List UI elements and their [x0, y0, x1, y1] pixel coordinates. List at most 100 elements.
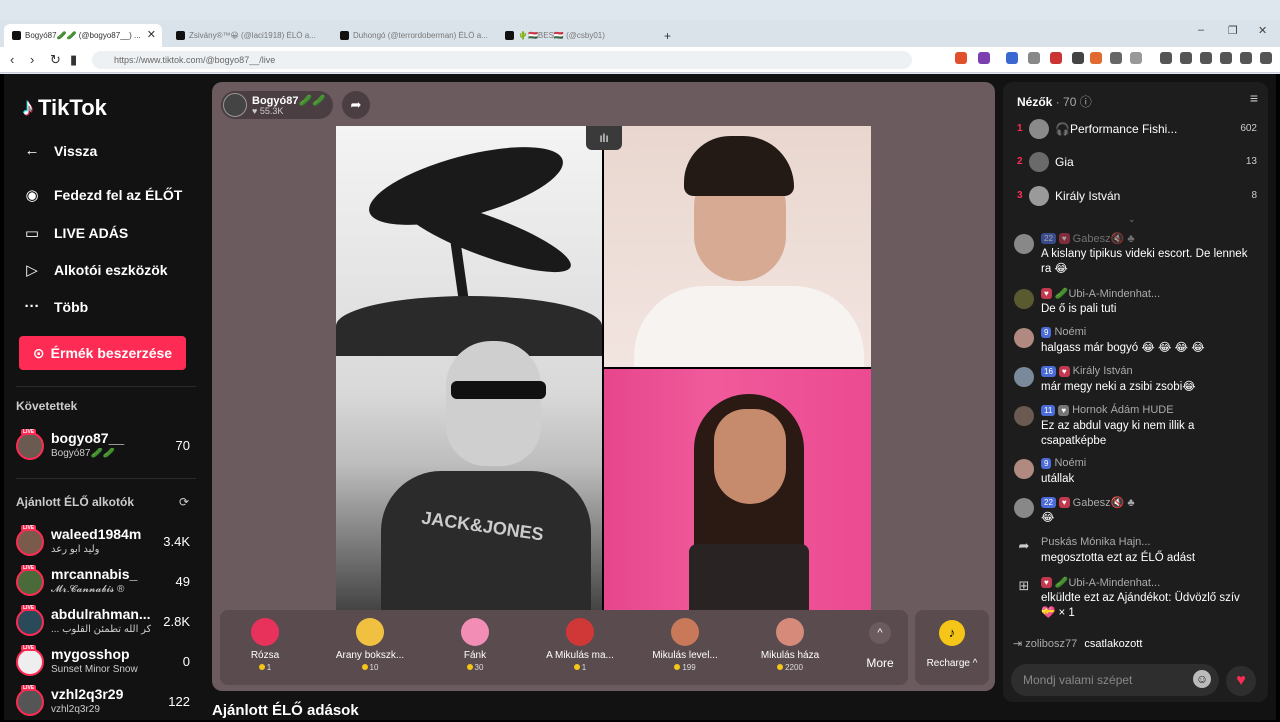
tab-zsivany[interactable]: Zsivány®™😀 (@laci1918) ÉLŐ a...	[168, 24, 326, 47]
avatar[interactable]	[1014, 498, 1034, 518]
shield-icon[interactable]	[1240, 52, 1252, 64]
close-window-button[interactable]: ✕	[1258, 24, 1267, 37]
share-button[interactable]: ➦	[342, 91, 370, 119]
extension-icon[interactable]	[1130, 52, 1142, 64]
nav-back[interactable]: ← Vissza	[22, 142, 98, 159]
close-tab-icon[interactable]: ✕	[147, 28, 156, 41]
top-viewer[interactable]: 1 🎧Performance Fishi... 602	[1017, 119, 1257, 141]
avatar	[1029, 186, 1049, 206]
tab-bogyo87[interactable]: Bogyó87🥒🥒 (@bogyo87__) ... ✕	[4, 24, 162, 47]
avatar[interactable]	[1014, 289, 1034, 309]
back-icon[interactable]: ‹	[10, 52, 14, 67]
more-options-icon[interactable]: ≡	[1250, 90, 1258, 106]
santa-icon	[566, 618, 594, 646]
tiktok-favicon-icon	[176, 31, 185, 40]
video-panel-host: JACK&JONES	[336, 126, 602, 610]
video-panel-guest-1	[604, 126, 871, 376]
nav-go-live[interactable]: ▭ LIVE ADÁS	[22, 224, 128, 242]
new-tab-button[interactable]: +	[662, 24, 682, 47]
coin-icon	[777, 664, 784, 670]
avatar-icon: ◉	[25, 187, 39, 204]
gift-item[interactable]: A Mikulás ma... 1	[535, 618, 625, 672]
gift-item[interactable]: Rózsa 1	[220, 618, 310, 672]
avatar: LIVE	[16, 565, 44, 596]
tiktok-live-page: ♪ TikTok ← Vissza ◉ Fedezd fel az ÉLŐT ▭…	[4, 74, 1276, 720]
extension-icon[interactable]	[1050, 52, 1062, 64]
chevron-down-icon[interactable]: ⌄	[1128, 214, 1136, 225]
avatar[interactable]	[1014, 459, 1034, 479]
play-square-icon: ▷	[26, 262, 38, 279]
maximize-button[interactable]: ❐	[1228, 24, 1238, 37]
heart-icon: ♥	[1236, 672, 1246, 689]
extension-icon[interactable]	[1090, 52, 1102, 64]
avatar: LIVE	[16, 645, 44, 676]
host-info[interactable]: Bogyó87🥒🥒 ♥ 55.3K	[221, 91, 333, 119]
forward-icon[interactable]: ›	[30, 52, 34, 67]
host-person: JACK&JONES	[381, 331, 591, 610]
divider	[16, 386, 196, 387]
triangle-extension-icon[interactable]	[978, 52, 990, 64]
minimize-button[interactable]: –	[1198, 24, 1204, 36]
followed-user[interactable]: LIVE bogyo87__ Bogyó87🥒🥒 70	[16, 429, 196, 466]
recommended-user[interactable]: LIVE mrcannabis_ 𝓜𝓻.𝓒𝓪𝓷𝓷𝓪𝓫𝓲𝓼 ® 49	[16, 565, 196, 602]
brave-shield-icon[interactable]	[955, 52, 967, 64]
recommended-user[interactable]: LIVE mygosshop Sunset Minor Snow 0	[16, 645, 196, 682]
join-icon: ⇥	[1013, 638, 1023, 650]
recommended-user[interactable]: LIVE abdulrahman... ... الا بذكر الله تط…	[16, 605, 196, 642]
puzzle-icon[interactable]	[1110, 52, 1122, 64]
chat-panel: Nézők · 70 ⓘ ≡ 1 🎧Performance Fishi... 6…	[1003, 82, 1268, 702]
coin-icon	[361, 664, 368, 670]
tiktok-favicon-icon	[505, 31, 514, 40]
avatar[interactable]	[1014, 234, 1034, 254]
recommended-user[interactable]: LIVE vzhl2q3r29 vzhl2q3r29 122	[16, 685, 196, 722]
emoji-icon[interactable]: ☺	[1193, 670, 1211, 688]
share-arrow-icon: ➦	[350, 97, 362, 112]
sidebar-icon[interactable]	[1180, 52, 1192, 64]
translate-icon[interactable]	[1006, 52, 1018, 64]
tab-csby01[interactable]: 🌵🇭🇺BES🇭🇺 (@csby01)	[497, 24, 657, 47]
recommended-user[interactable]: LIVE waleed1984m وليد ابو رعد 3.4K	[16, 525, 196, 562]
audio-level-icon[interactable]: ılı	[586, 126, 622, 150]
address-bar-row: ‹ › ↻ ▮ https://www.tiktok.com/@bogyo87_…	[0, 47, 1280, 73]
nav-more[interactable]: ··· Több	[22, 298, 89, 315]
nav-explore-live[interactable]: ◉ Fedezd fel az ÉLŐT	[22, 186, 182, 204]
top-viewer[interactable]: 2 Gia 13	[1017, 152, 1257, 174]
sparkle-icon[interactable]	[1220, 52, 1232, 64]
extension-icon[interactable]	[1072, 52, 1084, 64]
wallet-icon[interactable]	[1200, 52, 1212, 64]
url-input[interactable]: https://www.tiktok.com/@bogyo87__/live	[92, 51, 912, 69]
menu-icon[interactable]	[1260, 52, 1272, 64]
music-icon[interactable]	[1160, 52, 1172, 64]
like-heart-button[interactable]: ♥	[1226, 666, 1256, 696]
gift-item[interactable]: Fánk 30	[430, 618, 520, 672]
buy-coins-button[interactable]: ⊙ Érmék beszerzése	[19, 336, 186, 370]
recharge-button[interactable]: ♪ Recharge ^	[915, 610, 989, 685]
avatar[interactable]	[1014, 367, 1034, 387]
gift-item[interactable]: Arany bokszk... 10	[325, 618, 415, 672]
coin-icon	[258, 664, 265, 670]
gift-item[interactable]: Mikulás háza 2200	[745, 618, 835, 672]
live-video[interactable]: JACK&JONES ılı	[336, 126, 871, 610]
more-gifts-button[interactable]: ^ More	[858, 622, 902, 670]
tab-duhongo[interactable]: Duhongó (@terrordoberman) ÉLŐ a...	[332, 24, 492, 47]
info-icon: ⓘ	[1079, 95, 1092, 109]
sidebar: ♪ TikTok ← Vissza ◉ Fedezd fel az ÉLŐT ▭…	[4, 74, 204, 720]
nav-creator-tools[interactable]: ▷ Alkotói eszközök	[22, 261, 167, 279]
refresh-icon[interactable]: ⟳	[179, 495, 189, 509]
bookmark-icon[interactable]: ▮	[70, 52, 77, 68]
gift-item[interactable]: Mikulás level... 199	[640, 618, 730, 672]
back-arrow-icon: ←	[24, 142, 40, 159]
tiktok-logo[interactable]: ♪ TikTok	[22, 94, 107, 122]
coin-icon	[674, 664, 681, 670]
avatar[interactable]	[1014, 406, 1034, 426]
ellipsis-icon: ···	[24, 298, 40, 315]
avatar[interactable]	[1014, 328, 1034, 348]
chat-input[interactable]: Mondj valami szépet ☺	[1011, 664, 1219, 696]
reload-icon[interactable]: ↻	[50, 52, 61, 68]
guest-person	[679, 379, 829, 610]
viewers-header[interactable]: Nézők · 70 ⓘ	[1017, 93, 1092, 110]
live-stage: Bogyó87🥒🥒 ♥ 55.3K ➦ JACK&JONES ılı Rózsa…	[212, 82, 995, 691]
avatar: LIVE	[16, 429, 44, 460]
top-viewer[interactable]: 3 Király István 8	[1017, 186, 1257, 208]
extension-icon[interactable]	[1028, 52, 1040, 64]
